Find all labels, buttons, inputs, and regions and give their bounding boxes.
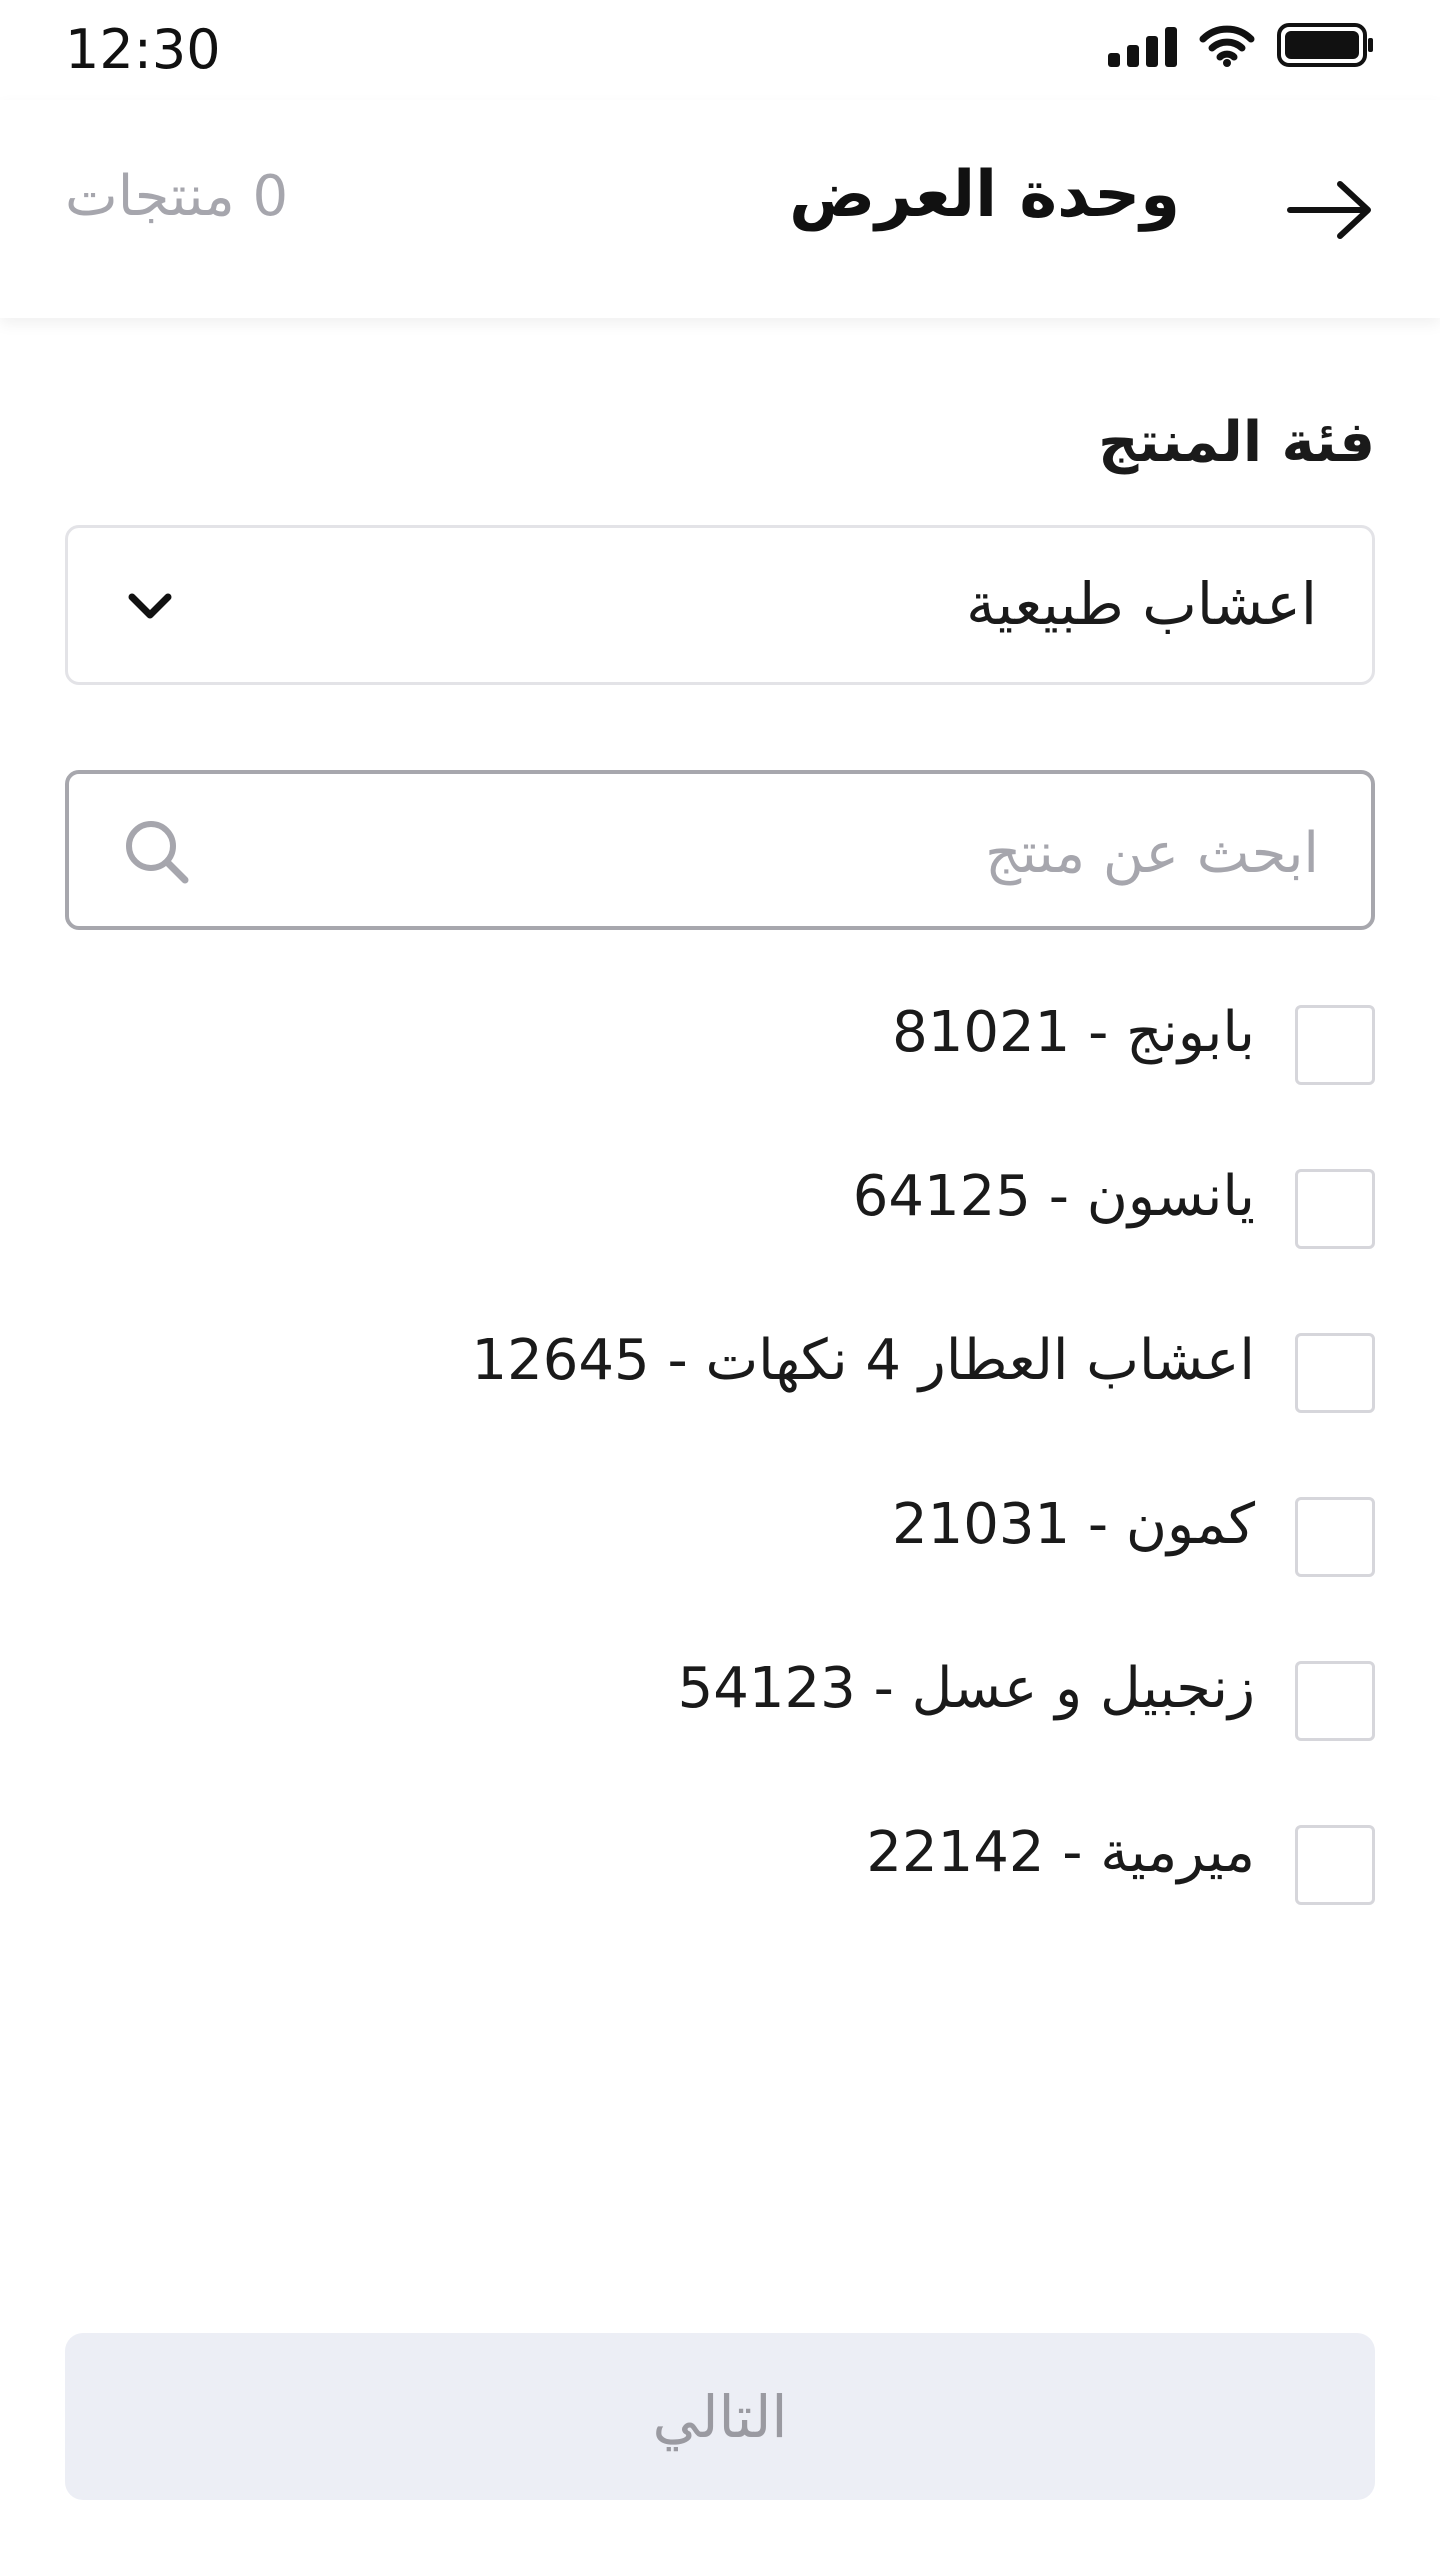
- product-label: ميرمية - 22142: [866, 1820, 1255, 1885]
- selected-products-count: 0 منتجات: [65, 164, 289, 229]
- search-input[interactable]: [317, 804, 1321, 902]
- product-checkbox[interactable]: [1295, 1661, 1375, 1741]
- product-label: بابونج - 81021: [892, 1000, 1255, 1065]
- product-item[interactable]: كمون - 21031: [65, 1492, 1375, 1656]
- category-select-value: اعشاب طبيعية: [966, 570, 1317, 638]
- page-title: وحدة العرض: [789, 158, 1180, 232]
- product-item[interactable]: ميرمية - 22142: [65, 1820, 1375, 1984]
- product-label: كمون - 21031: [891, 1492, 1255, 1557]
- product-checkbox[interactable]: [1295, 1333, 1375, 1413]
- search-icon[interactable]: [121, 816, 193, 888]
- battery-icon: [1277, 23, 1373, 67]
- product-checkbox[interactable]: [1295, 1497, 1375, 1577]
- status-icons: [1108, 22, 1375, 68]
- product-item[interactable]: زنجبيل و عسل - 54123: [65, 1656, 1375, 1820]
- arrow-right-icon: [1287, 181, 1371, 239]
- app-header: وحدة العرض 0 منتجات: [0, 100, 1440, 318]
- product-checkbox[interactable]: [1295, 1169, 1375, 1249]
- next-button[interactable]: التالي: [65, 2333, 1375, 2500]
- product-label: زنجبيل و عسل - 54123: [677, 1656, 1255, 1721]
- product-label: اعشاب العطار 4 نكهات - 12645: [471, 1328, 1255, 1393]
- back-button[interactable]: [1282, 162, 1378, 258]
- product-item[interactable]: اعشاب العطار 4 نكهات - 12645: [65, 1328, 1375, 1492]
- search-box: [65, 770, 1375, 930]
- product-item[interactable]: بابونج - 81021: [65, 1000, 1375, 1164]
- product-label: يانسون - 64125: [852, 1164, 1255, 1229]
- product-checkbox[interactable]: [1295, 1825, 1375, 1905]
- product-checkbox[interactable]: [1295, 1005, 1375, 1085]
- product-list: بابونج - 81021 يانسون - 64125 اعشاب العط…: [65, 1000, 1375, 1984]
- status-bar: 12:30: [0, 0, 1440, 100]
- product-item[interactable]: يانسون - 64125: [65, 1164, 1375, 1328]
- cellular-signal-icon: [1108, 23, 1177, 67]
- category-select[interactable]: اعشاب طبيعية: [65, 525, 1375, 685]
- category-label: فئة المنتج: [1098, 410, 1375, 475]
- wifi-icon: [1199, 25, 1255, 67]
- chevron-down-icon: [128, 593, 172, 619]
- status-time: 12:30: [65, 18, 221, 81]
